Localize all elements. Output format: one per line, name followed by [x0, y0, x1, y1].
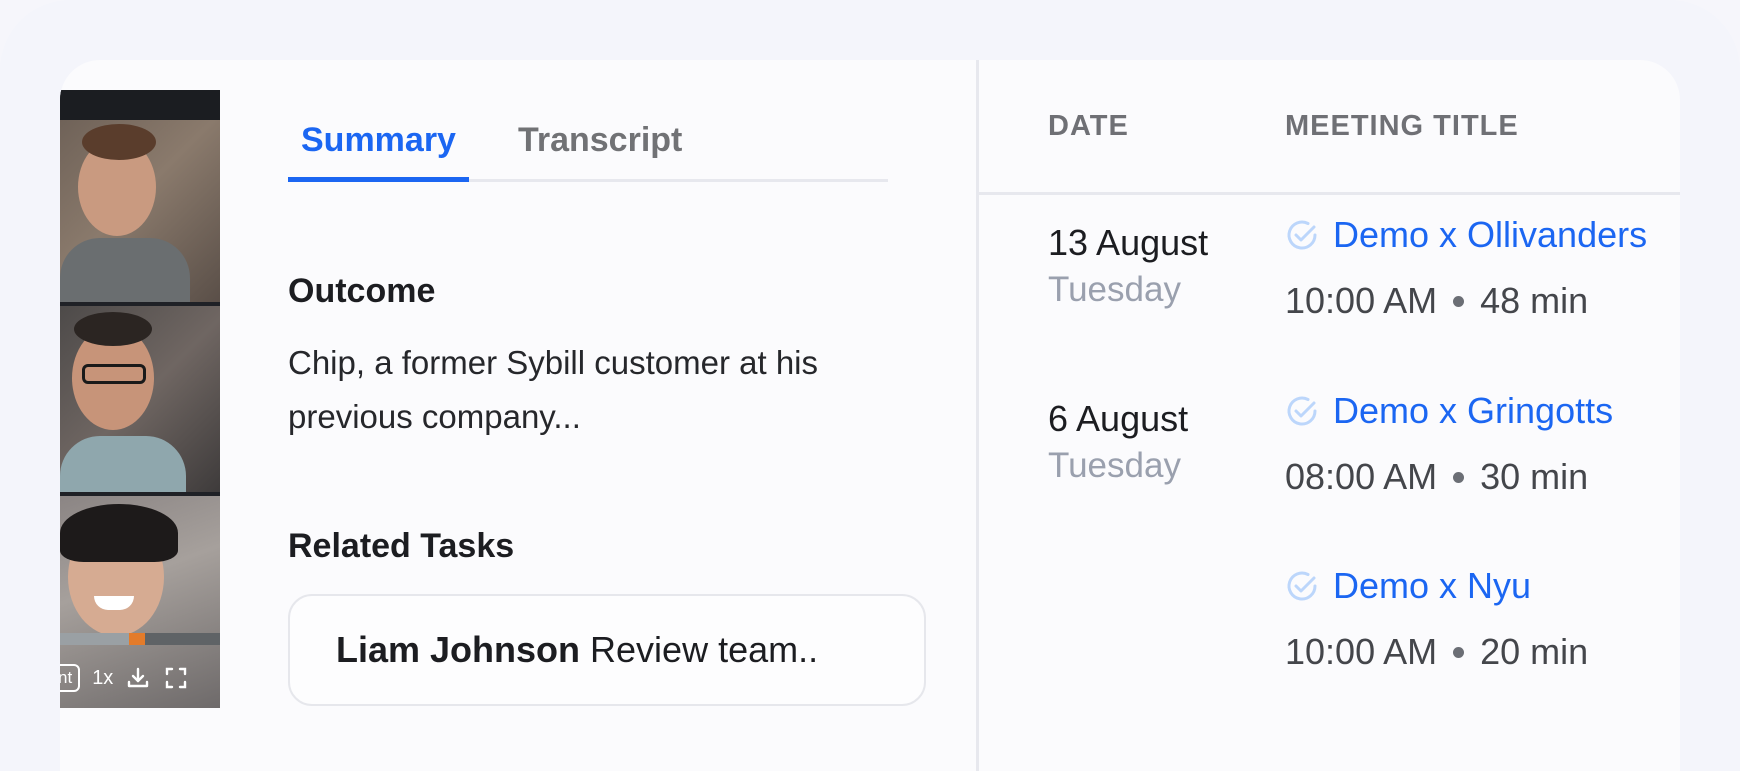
outcome-text: Chip, a former Sybill customer at his pr… — [288, 344, 819, 435]
meeting-time: 10:00 AM — [1285, 280, 1438, 321]
check-circle-icon — [1285, 218, 1319, 252]
meeting-link-nyu[interactable]: Demo x Nyu — [1285, 565, 1531, 607]
separator-dot-icon — [1453, 646, 1465, 658]
column-divider — [976, 60, 979, 771]
clip-chip[interactable]: nt — [60, 664, 81, 692]
meeting-meta: 10:00 AM 48 min — [1285, 280, 1588, 322]
progress-fill — [60, 633, 129, 645]
meeting-link-gringotts[interactable]: Demo x Gringotts — [1285, 390, 1613, 432]
related-tasks-heading: Related Tasks — [288, 527, 515, 565]
meeting-duration: 30 min — [1480, 456, 1589, 497]
video-progress-bar[interactable] — [60, 633, 220, 645]
participant-tile — [60, 120, 220, 302]
meeting-meta: 10:00 AM 20 min — [1285, 631, 1588, 673]
video-controls: nt 1x — [60, 658, 220, 698]
meeting-panel: nt 1x Summary Transcript Outcome Chip, a… — [60, 60, 1680, 771]
tab-transcript[interactable]: Transcript — [505, 120, 695, 182]
date-column-header: DATE — [1048, 110, 1129, 142]
meeting-link-ollivanders[interactable]: Demo x Ollivanders — [1285, 214, 1647, 256]
check-circle-icon — [1285, 394, 1319, 428]
separator-dot-icon — [1453, 471, 1465, 483]
outcome-heading: Outcome — [288, 272, 436, 310]
meeting-duration: 20 min — [1480, 631, 1589, 672]
progress-handle[interactable] — [128, 633, 145, 645]
meeting-title: Demo x Gringotts — [1333, 390, 1614, 431]
task-card[interactable]: Liam Johnson Review team.. — [288, 594, 926, 706]
task-text: Review team.. — [590, 629, 819, 670]
meeting-day: Tuesday — [1048, 446, 1181, 485]
task-assignee: Liam Johnson — [336, 629, 581, 670]
meeting-date: 13 August — [1048, 222, 1209, 263]
separator-dot-icon — [1453, 295, 1465, 307]
meeting-date: 6 August — [1048, 398, 1189, 439]
meeting-time: 08:00 AM — [1285, 456, 1438, 497]
check-circle-icon — [1285, 569, 1319, 603]
fullscreen-icon[interactable] — [163, 665, 189, 691]
outer-card: nt 1x Summary Transcript Outcome Chip, a… — [0, 0, 1740, 771]
playback-speed-button[interactable]: 1x — [92, 667, 113, 690]
table-header-divider — [979, 192, 1680, 195]
video-topbar — [60, 90, 220, 120]
download-icon[interactable] — [125, 665, 151, 691]
meeting-duration: 48 min — [1480, 280, 1589, 321]
video-player[interactable]: nt 1x — [60, 90, 220, 708]
summary-tabs: Summary Transcript — [288, 120, 888, 182]
meeting-day: Tuesday — [1048, 270, 1181, 309]
participant-tile — [60, 306, 220, 492]
meeting-meta: 08:00 AM 30 min — [1285, 456, 1588, 498]
meeting-time: 10:00 AM — [1285, 631, 1438, 672]
meeting-title: Demo x Ollivanders — [1333, 214, 1648, 255]
meeting-title: Demo x Nyu — [1333, 565, 1532, 606]
tab-summary[interactable]: Summary — [288, 120, 469, 182]
meeting-title-column-header: MEETING TITLE — [1285, 110, 1519, 142]
